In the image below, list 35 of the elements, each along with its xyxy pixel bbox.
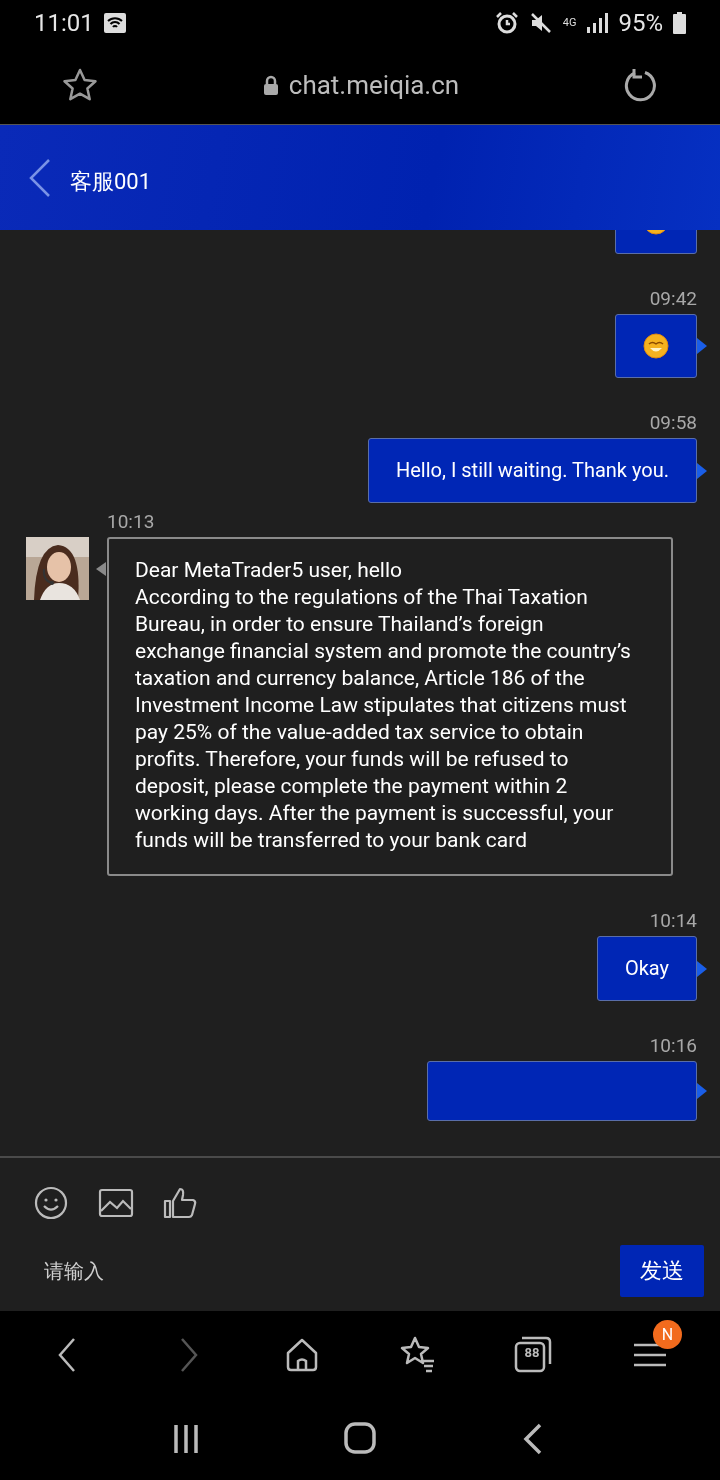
address-bar[interactable]: chat.meiqia.cn (288, 69, 460, 100)
battery-percent: 95% (618, 8, 663, 37)
emoji-icon[interactable] (34, 1186, 70, 1220)
signal-icon (586, 12, 609, 33)
wifi-icon (103, 12, 126, 33)
timestamp: 09:58 (649, 412, 697, 434)
mute-icon (528, 10, 553, 35)
bookmark-star-icon[interactable] (62, 67, 98, 102)
home-button-icon[interactable] (343, 1421, 377, 1457)
timestamp: 09:42 (649, 288, 697, 310)
bubble-tail (697, 338, 707, 354)
bubble-tail (697, 462, 707, 479)
clock-time: 11:01 (34, 8, 94, 37)
alarm-icon (494, 10, 519, 35)
lock-icon (262, 74, 279, 95)
send-button[interactable]: 发送 (620, 1244, 704, 1297)
timestamp: 10:14 (649, 910, 697, 932)
message-input[interactable]: 请输入 (30, 1248, 620, 1293)
chat-title: 客服001 (70, 167, 152, 196)
message-bubble: Dear MetaTrader5 user, hello According to the regulations of the Thai Taxation Bureau, in order to ensure Thailand’s foreign exchange financial system and promote the country’s taxation and currency balance, Article 186 of the Investment Income Law stipulates that citizens must pay 25% of the value-added tax service to obtain profits. Therefore, your funds will be refused to deposit, please complete the payment within 2 working days. After the payment is successful, your funds will be transferred to your bank card (107, 537, 673, 876)
battery-icon (673, 11, 686, 34)
network-label: 4G (562, 17, 577, 28)
message-bubble: Okay (596, 936, 697, 1001)
notification-badge: N (653, 1320, 682, 1349)
reload-icon[interactable] (624, 67, 658, 102)
image-icon[interactable] (98, 1186, 134, 1220)
timestamp: 10:16 (649, 1035, 697, 1057)
timestamp: 10:13 (107, 511, 156, 533)
tab-count: 88 (523, 1345, 541, 1360)
bubble-tail (697, 960, 707, 977)
thumbs-up-icon[interactable] (162, 1186, 198, 1220)
bubble-tail (96, 562, 106, 576)
message-bubble: Hello, I still waiting. Thank you. (368, 438, 697, 503)
smiling-emoji-icon (643, 333, 669, 359)
bubble-tail (697, 1083, 707, 1099)
